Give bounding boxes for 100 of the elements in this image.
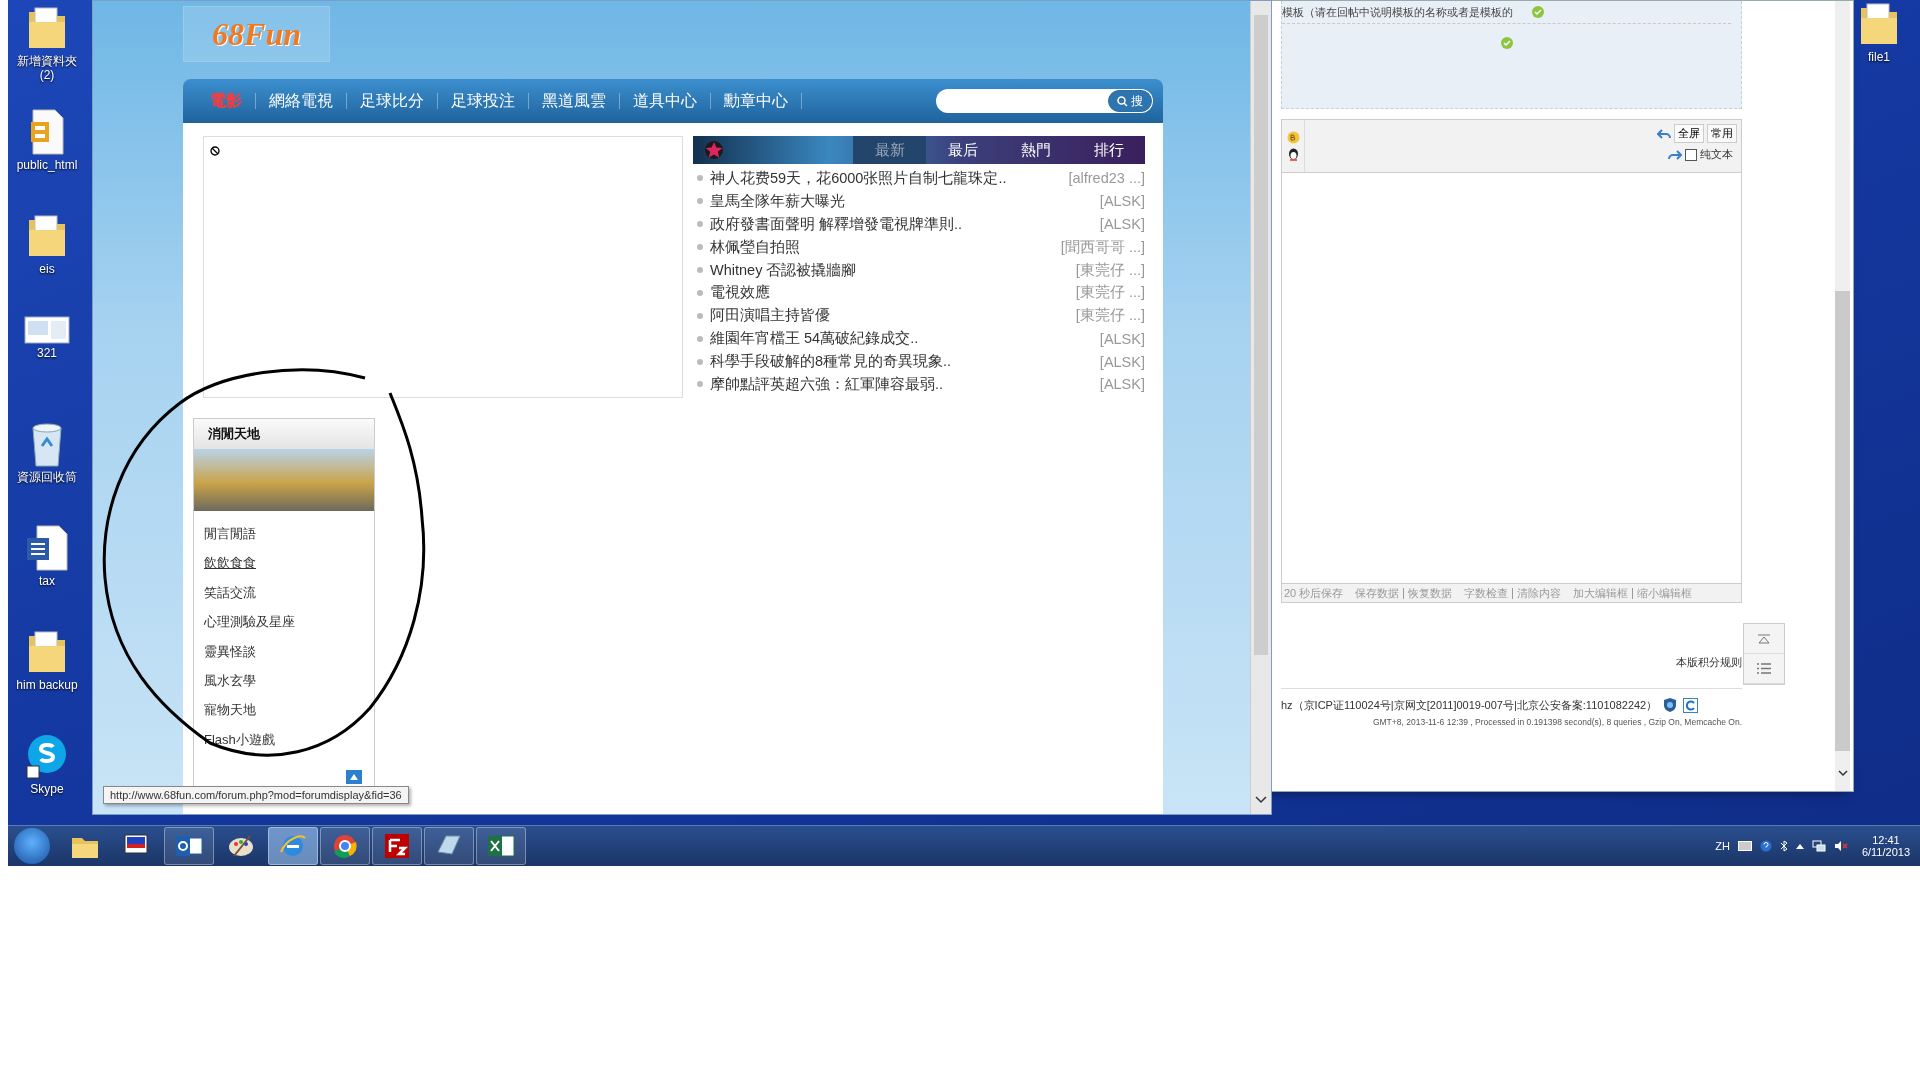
search-field[interactable]: 搜 bbox=[936, 89, 1153, 113]
penguin-icon[interactable] bbox=[1287, 148, 1299, 161]
form-hint-text: 模板（请在回帖中说明模板的名称或者是模板的 bbox=[1282, 4, 1513, 20]
nav-link[interactable]: 網絡電視 bbox=[256, 93, 347, 109]
news-author: [ALSK] bbox=[1099, 353, 1145, 370]
taskbar-app-button[interactable] bbox=[476, 827, 526, 865]
taskbar-app-button[interactable] bbox=[164, 827, 214, 865]
forum-link[interactable]: 笑話交流 bbox=[204, 577, 256, 608]
nav-link[interactable]: 勳章中心 bbox=[711, 93, 802, 109]
nav-link[interactable]: 道具中心 bbox=[620, 93, 711, 109]
desktop-icon-label: eis bbox=[38, 262, 56, 276]
news-title-link[interactable]: 維園年宵檔王 54萬破紀錄成交.. bbox=[710, 329, 919, 349]
clock[interactable]: 12:41 6/11/2013 bbox=[1861, 834, 1910, 858]
nav-link[interactable]: 黑道風雲 bbox=[529, 93, 620, 109]
bullet-icon bbox=[697, 289, 703, 296]
bullet-icon bbox=[697, 221, 703, 228]
desktop-icon-label: tax bbox=[38, 574, 56, 588]
news-author: [ALSK] bbox=[1099, 330, 1145, 347]
desktop-icon-label: 321 bbox=[36, 346, 58, 360]
server-stats-text: GMT+8, 2013-11-6 12:39 , Processed in 0.191398 second(s), 8 queries , Gzip On, Memcache On. bbox=[1372, 717, 1742, 727]
rules-link[interactable]: 本版积分规则 bbox=[1676, 655, 1742, 670]
news-title-link[interactable]: 皇馬全隊年薪大曝光 bbox=[710, 191, 845, 211]
network-icon[interactable] bbox=[1811, 840, 1826, 852]
news-title-link[interactable]: Whitney 否認被撬牆腳 bbox=[710, 260, 857, 280]
shield-icon[interactable] bbox=[1663, 697, 1678, 713]
icp-licence-text: hz（京ICP证110024号|京网文[2011]0019-007号|北京公安备案:1101082242） bbox=[1281, 697, 1658, 713]
bullet-icon bbox=[697, 381, 703, 388]
forum-link[interactable]: 寵物天地 bbox=[204, 695, 256, 725]
desktop-icon-label: public_html bbox=[15, 158, 79, 172]
news-title-link[interactable]: 林佩瑩自拍照 bbox=[710, 237, 800, 257]
star-logo-icon bbox=[703, 140, 725, 160]
news-tab[interactable]: 最后 bbox=[926, 136, 999, 164]
input-language[interactable]: ZH bbox=[1715, 840, 1730, 852]
plain-text-label: 纯文本 bbox=[1700, 147, 1733, 162]
c-logo-icon[interactable] bbox=[1683, 697, 1699, 713]
check-circle-icon bbox=[1531, 5, 1545, 19]
list-icon bbox=[1757, 663, 1771, 674]
news-title-link[interactable]: 神人花费59天，花6000张照片自制七龍珠定.. bbox=[710, 168, 1007, 188]
news-author: [東莞仔 ...] bbox=[1075, 260, 1145, 280]
bullet-icon bbox=[697, 267, 703, 273]
desktop-icon-label: him backup bbox=[15, 678, 79, 692]
start-button[interactable] bbox=[14, 828, 50, 864]
plain-text-checkbox[interactable] bbox=[1685, 148, 1697, 161]
scroll-down-icon[interactable] bbox=[1837, 770, 1848, 777]
editor-mode-button[interactable]: 常用 bbox=[1707, 124, 1737, 143]
search-icon bbox=[1117, 95, 1128, 107]
bullet-icon bbox=[697, 335, 703, 342]
news-tab[interactable]: 排行 bbox=[1072, 136, 1145, 164]
skype-logo-icon[interactable] bbox=[25, 732, 69, 780]
news-author: [ALSK] bbox=[1099, 216, 1145, 233]
search-button[interactable]: 搜 bbox=[1108, 90, 1152, 112]
keyboard-icon[interactable] bbox=[1737, 841, 1752, 851]
redo-arrow-icon[interactable] bbox=[1668, 149, 1682, 160]
scrollbar[interactable] bbox=[1250, 1, 1271, 814]
news-title-link[interactable]: 阿田演唱主持皆優 bbox=[710, 306, 830, 326]
forum-link[interactable]: 靈異怪談 bbox=[204, 636, 256, 667]
forum-link[interactable]: 心理測驗及星座 bbox=[204, 607, 295, 637]
forum-link[interactable]: 風水玄學 bbox=[204, 666, 256, 696]
desktop-icon-label: 新增資料夾 (2) bbox=[16, 54, 78, 82]
scrollbar[interactable] bbox=[1835, 1, 1850, 791]
news-author: [東莞仔 ...] bbox=[1075, 283, 1145, 303]
help-icon[interactable] bbox=[1759, 840, 1772, 852]
word-document-icon[interactable] bbox=[25, 524, 69, 572]
forum-link[interactable]: 閒言閒語 bbox=[204, 519, 256, 549]
sidebar-title: 消閒天地 bbox=[194, 419, 374, 449]
undo-arrow-icon[interactable] bbox=[1657, 128, 1671, 139]
nav-link[interactable]: 足球比分 bbox=[347, 93, 438, 109]
taskbar-app-button[interactable] bbox=[320, 827, 370, 865]
bullet-icon bbox=[697, 244, 703, 251]
muted-speaker-icon[interactable] bbox=[1833, 840, 1848, 852]
desktop-icon-label: Skype bbox=[29, 782, 65, 796]
blocked-icon bbox=[210, 146, 220, 156]
news-title-link[interactable]: 科學手段破解的8種常見的奇異現象.. bbox=[710, 352, 952, 372]
scroll-down-icon[interactable] bbox=[1255, 796, 1267, 804]
show-hidden-icons-arrow[interactable] bbox=[1795, 843, 1804, 849]
editor-mode-button[interactable]: 全屏 bbox=[1674, 124, 1704, 143]
desktop-icon-label: 資源回收筒 bbox=[16, 470, 78, 484]
bluetooth-icon[interactable] bbox=[1779, 840, 1788, 852]
bullet-icon bbox=[697, 358, 703, 365]
screenshot-thumbnail-icon[interactable] bbox=[24, 316, 70, 344]
taskbar-app-button[interactable] bbox=[372, 827, 422, 865]
filezilla-icon bbox=[382, 832, 412, 860]
news-tab[interactable]: 最新 bbox=[853, 136, 926, 164]
news-title-link[interactable]: 電視效應 bbox=[710, 283, 770, 303]
taskbar-app-button[interactable] bbox=[424, 827, 474, 865]
scroll-up-button[interactable] bbox=[346, 770, 362, 784]
up-arrow-icon bbox=[350, 774, 358, 780]
news-author: [東莞仔 ...] bbox=[1075, 306, 1145, 326]
status-url-tooltip: http://www.68fun.com/forum.php?mod=forumdisplay&fid=36 bbox=[103, 786, 409, 804]
forum-link[interactable]: Flash小遊戲 bbox=[204, 724, 275, 755]
news-author: [alfred23 ...] bbox=[1068, 170, 1145, 187]
forum-link[interactable]: 飲飲食食 bbox=[204, 548, 256, 578]
check-circle-icon bbox=[1500, 36, 1514, 50]
nav-link[interactable]: 足球投注 bbox=[438, 93, 529, 109]
excel-icon bbox=[486, 832, 516, 860]
news-title-link[interactable]: 摩帥點評英超六強：紅軍陣容最弱.. bbox=[710, 374, 944, 394]
bg-badge-icon[interactable] bbox=[1286, 131, 1300, 144]
top-arrow-icon bbox=[1757, 633, 1771, 644]
news-tab[interactable]: 熱門 bbox=[999, 136, 1072, 164]
news-title-link[interactable]: 政府發書面聲明 解釋增發電視牌準則.. bbox=[710, 214, 963, 234]
